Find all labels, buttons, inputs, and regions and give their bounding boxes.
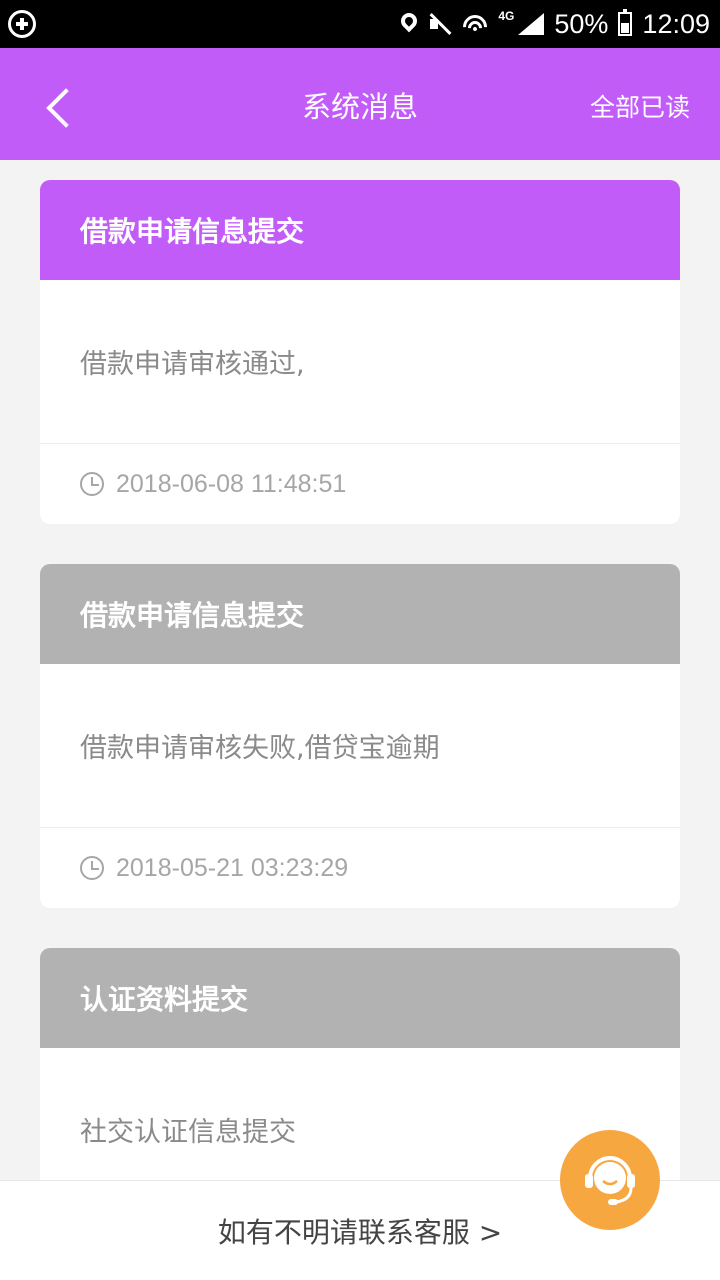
message-title: 认证资料提交: [40, 948, 680, 1048]
message-time: 2018-06-08 11:48:51: [116, 469, 347, 498]
message-card[interactable]: 借款申请信息提交 借款申请审核失败,借贷宝逾期 2018-05-21 03:23…: [40, 564, 680, 908]
customer-service-icon: [585, 1156, 635, 1205]
message-body: 借款申请审核通过,: [40, 280, 680, 444]
wifi-icon: [462, 13, 489, 35]
clock-icon: [80, 856, 104, 880]
status-icons: 4G 50% 12:09: [400, 0, 710, 48]
message-body: 借款申请审核失败,借贷宝逾期: [40, 664, 680, 828]
mute-icon: [428, 12, 452, 36]
clock-icon: [80, 472, 104, 496]
signal-icon: [518, 13, 545, 35]
message-title: 借款申请信息提交: [40, 180, 680, 280]
location-icon: [400, 13, 418, 35]
message-footer: 2018-06-08 11:48:51: [40, 444, 680, 524]
message-title: 借款申请信息提交: [40, 564, 680, 664]
contact-support-link[interactable]: 如有不明请联系客服 >: [218, 1211, 502, 1251]
app-plus-icon: [8, 10, 36, 38]
message-list: 借款申请信息提交 借款申请审核通过, 2018-06-08 11:48:51 借…: [40, 180, 680, 1252]
message-card[interactable]: 借款申请信息提交 借款申请审核通过, 2018-06-08 11:48:51: [40, 180, 680, 524]
network-type: 4G: [498, 9, 515, 23]
status-bar: 4G 50% 12:09: [0, 0, 720, 48]
app-header: 系统消息 全部已读: [0, 48, 720, 160]
customer-service-button[interactable]: [560, 1130, 660, 1230]
mark-all-read-button[interactable]: 全部已读: [590, 88, 690, 124]
battery-icon: [618, 9, 633, 36]
message-footer: 2018-05-21 03:23:29: [40, 828, 680, 908]
clock-time: 12:09: [642, 8, 710, 39]
message-time: 2018-05-21 03:23:29: [116, 853, 349, 882]
battery-percent: 50%: [554, 8, 609, 39]
